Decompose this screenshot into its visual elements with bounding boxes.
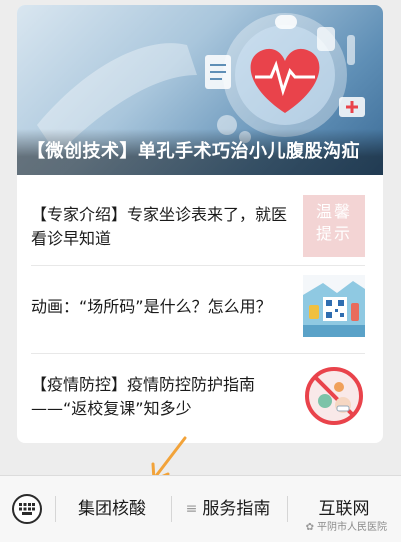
article-title[interactable]: 【疫情防控】疫情防控防护指南——“返校复课”知多少: [31, 373, 291, 421]
menu-separator: [171, 496, 172, 522]
thumb-text: 温馨: [315, 202, 352, 221]
list-item[interactable]: 动画：“场所码”是什么？怎么用？: [17, 267, 383, 355]
article-title[interactable]: 【专家介绍】专家坐诊表来了，就医看诊早知道: [31, 203, 291, 251]
no-virus-icon: [305, 367, 363, 425]
hero-article[interactable]: 【微创技术】单孔手术巧治小儿腹股沟疝: [17, 5, 383, 175]
article-thumbnail[interactable]: 温馨 提示: [303, 195, 365, 257]
list-item[interactable]: 【疫情防控】疫情防控防护指南——“返校复课”知多少: [17, 355, 383, 443]
article-thumbnail[interactable]: [303, 365, 365, 427]
thumb-text: 提示: [315, 224, 352, 243]
article-thumbnail[interactable]: [303, 275, 365, 337]
keyboard-icon: [19, 503, 35, 515]
divider: [31, 265, 365, 266]
wechat-icon: ✿: [305, 522, 314, 533]
article-title[interactable]: 动画：“场所码”是什么？怎么用？: [31, 295, 291, 319]
hero-title[interactable]: 【微创技术】单孔手术巧治小儿腹股沟疝: [27, 137, 360, 163]
article-card: 【微创技术】单孔手术巧治小儿腹股沟疝 【专家介绍】专家坐诊表来了，就医看诊早知道…: [17, 5, 383, 443]
divider: [31, 353, 365, 354]
menu-item-group-nucleic-acid[interactable]: 集团核酸: [62, 494, 162, 524]
keyboard-toggle-button[interactable]: [12, 494, 42, 524]
watermark-text: 平阴市人民医院: [317, 522, 387, 533]
menu-separator: [287, 496, 288, 522]
menu-item-service-guide[interactable]: ≡ 服务指南: [178, 494, 278, 524]
list-item[interactable]: 【专家介绍】专家坐诊表来了，就医看诊早知道 温馨 提示: [17, 183, 383, 271]
qr-code-icon: [303, 275, 365, 337]
submenu-icon: ≡: [185, 501, 198, 517]
watermark: ✿ 平阴市人民医院: [306, 518, 387, 533]
menu-separator: [55, 496, 56, 522]
menu-item-label: 服务指南: [202, 499, 271, 519]
